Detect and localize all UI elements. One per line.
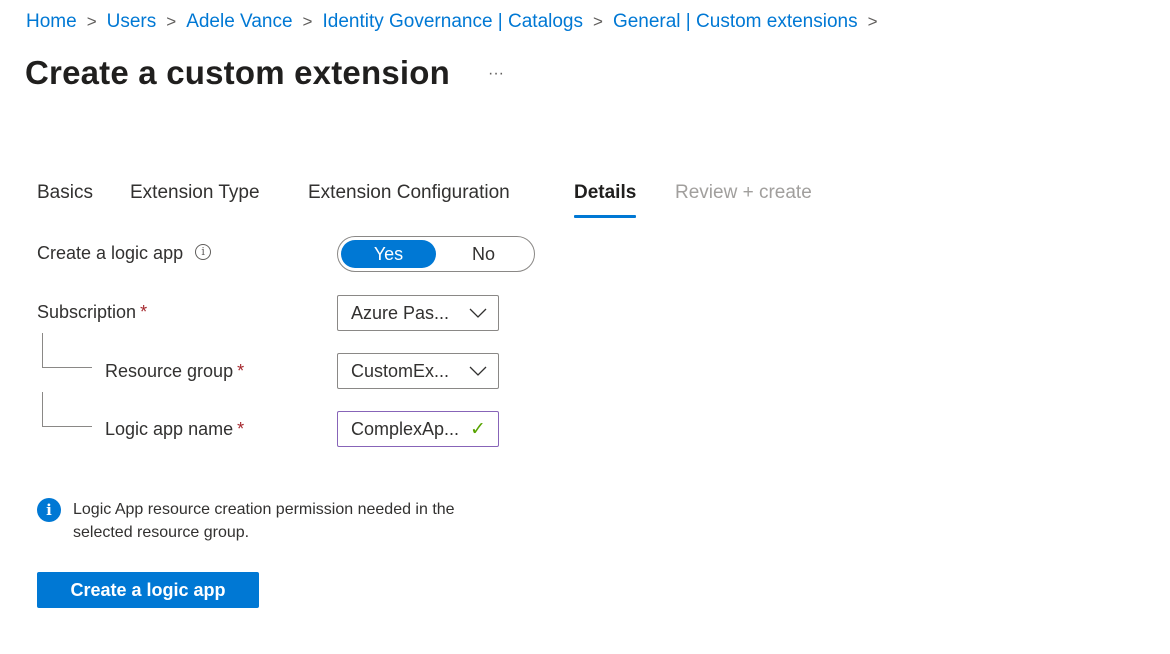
resource-group-label: Resource group * [105, 361, 244, 382]
page: Home > Users > Adele Vance > Identity Go… [0, 0, 1170, 654]
tree-connector [42, 392, 92, 427]
breadcrumb-users[interactable]: Users [107, 11, 157, 33]
subscription-dropdown[interactable]: Azure Pas... [337, 295, 499, 331]
required-asterisk: * [237, 361, 245, 381]
toggle-yes[interactable]: Yes [341, 240, 436, 268]
create-logic-app-label-text: Create a logic app [37, 243, 184, 263]
resource-group-label-text: Resource group [105, 361, 234, 381]
tab-details[interactable]: Details [574, 180, 637, 220]
toggle-no[interactable]: No [436, 240, 531, 268]
logic-app-name-label-text: Logic app name [105, 419, 234, 439]
create-logic-app-label: Create a logic app i [37, 243, 212, 264]
checkmark-icon: ✓ [470, 418, 486, 440]
breadcrumb-separator: > [302, 12, 313, 31]
resource-group-dropdown[interactable]: CustomEx... [337, 353, 499, 389]
tab-review-create: Review + create [675, 182, 812, 203]
page-title: Create a custom extension [25, 54, 450, 91]
subscription-label-text: Subscription [37, 302, 137, 322]
breadcrumb-custom-extensions[interactable]: General | Custom extensions [613, 11, 858, 33]
breadcrumb-home[interactable]: Home [26, 11, 77, 33]
title-row: Create a custom extension ··· [25, 54, 504, 92]
chevron-down-icon [468, 303, 488, 323]
resource-group-value: CustomEx... [351, 360, 450, 381]
logic-app-name-input[interactable]: ComplexAp... ✓ [337, 411, 499, 447]
info-message-text: Logic App resource creation permission n… [73, 501, 455, 541]
required-asterisk: * [237, 419, 245, 439]
required-asterisk: * [140, 302, 148, 322]
subscription-label: Subscription * [37, 302, 147, 323]
chevron-down-icon [468, 361, 488, 381]
breadcrumb-separator: > [867, 12, 878, 31]
tab-basics[interactable]: Basics [37, 180, 93, 220]
breadcrumb-separator: > [166, 12, 177, 31]
create-logic-app-button[interactable]: Create a logic app [37, 572, 259, 608]
tab-extension-type[interactable]: Extension Type [130, 180, 260, 220]
info-message: i Logic App resource creation permission… [37, 498, 497, 544]
tab-extension-configuration[interactable]: Extension Configuration [308, 180, 510, 220]
breadcrumb-separator: > [86, 12, 97, 31]
breadcrumb-identity-governance[interactable]: Identity Governance | Catalogs [322, 11, 583, 33]
create-logic-app-toggle[interactable]: Yes No [337, 236, 535, 272]
info-icon[interactable]: i [195, 244, 212, 261]
subscription-value: Azure Pas... [351, 302, 450, 323]
breadcrumb-separator: > [593, 12, 603, 31]
info-icon: i [37, 498, 61, 522]
logic-app-name-value: ComplexAp... [351, 418, 460, 439]
tree-connector [42, 333, 92, 368]
more-options-icon[interactable]: ··· [488, 64, 504, 82]
breadcrumb-adele-vance[interactable]: Adele Vance [186, 11, 292, 33]
logic-app-name-label: Logic app name * [105, 419, 244, 440]
breadcrumb: Home > Users > Adele Vance > Identity Go… [26, 11, 888, 33]
